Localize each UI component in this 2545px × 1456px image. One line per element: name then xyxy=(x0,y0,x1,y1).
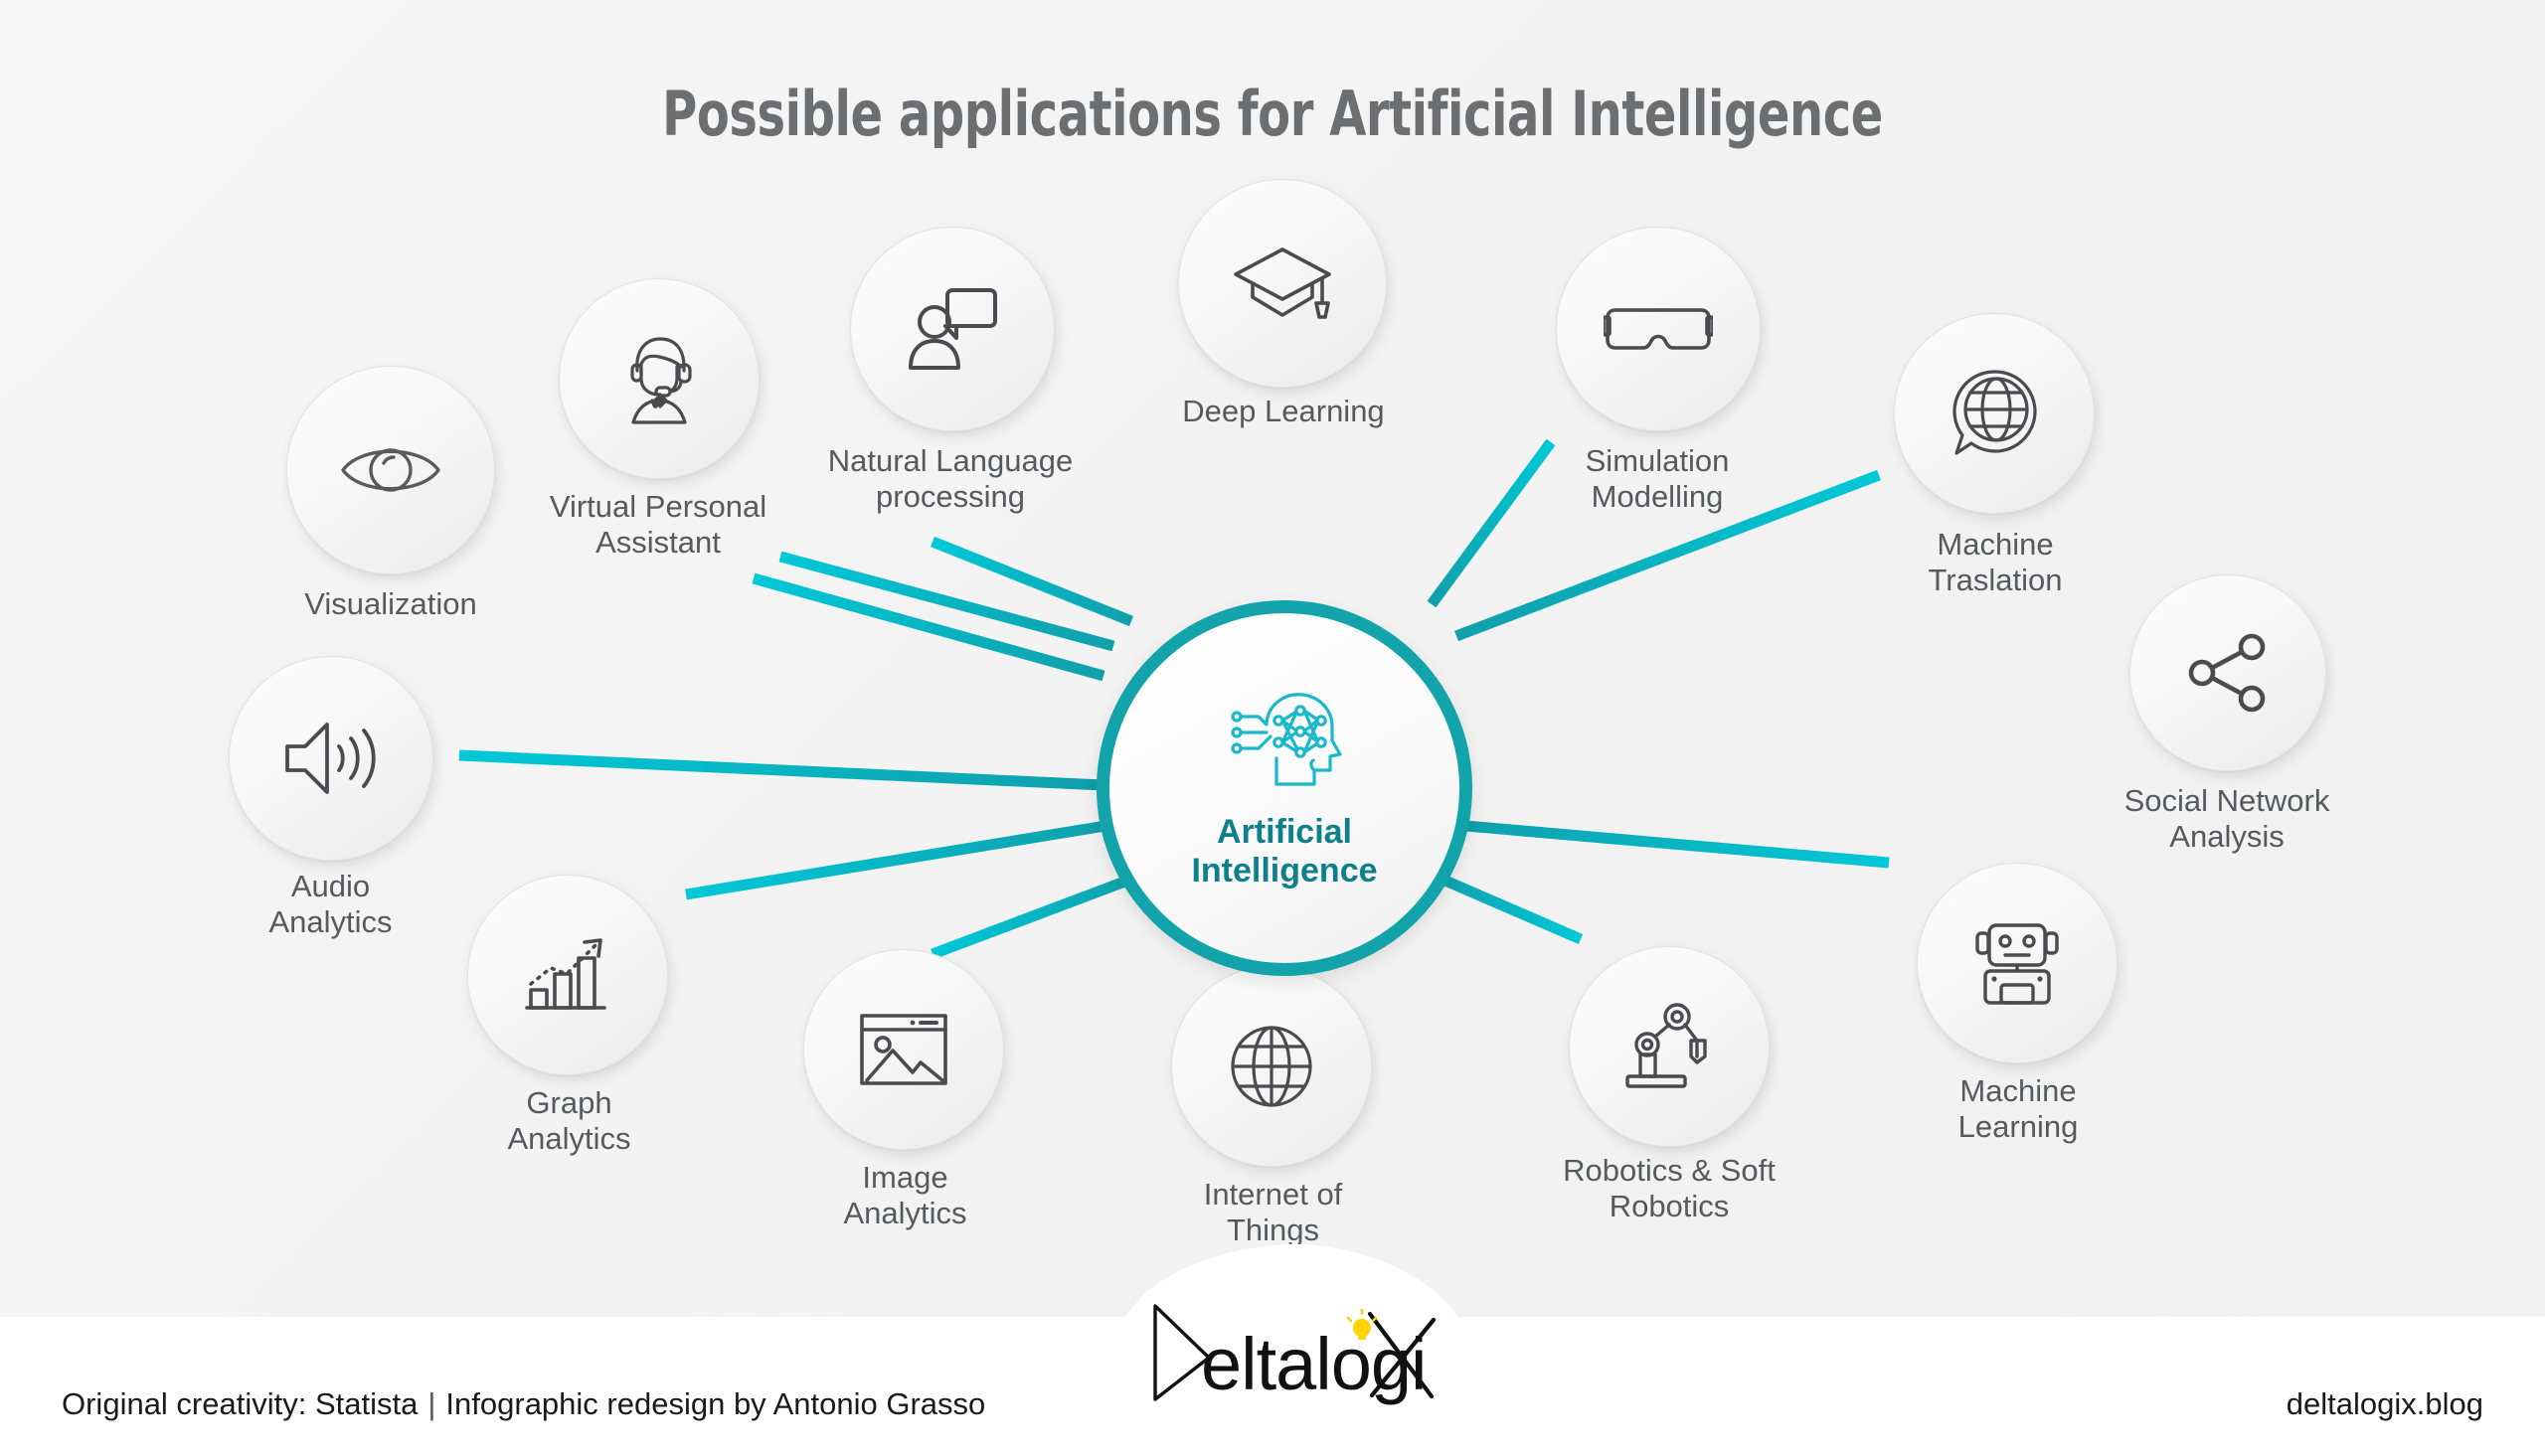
virtual-assistant-bubble[interactable] xyxy=(559,278,760,479)
node-robotics[interactable]: Robotics & Soft Robotics xyxy=(1563,946,1782,1244)
hub-artificial-intelligence[interactable]: Artificial Intelligence xyxy=(1097,600,1472,976)
vr-goggles-icon xyxy=(1604,298,1713,360)
image-analytics-label: Image Analytics xyxy=(843,1160,967,1230)
globe-grid-icon xyxy=(1227,1022,1316,1111)
machine-learning-label: Machine Learning xyxy=(1957,1073,2079,1144)
footer-credit-separator: | xyxy=(427,1386,436,1421)
graph-analytics-label: Graph Analytics xyxy=(507,1085,631,1156)
nlp-label: Natural Language processing xyxy=(827,443,1074,514)
robot-head-icon xyxy=(1969,917,2065,1009)
ai-head-network-icon xyxy=(1215,681,1354,805)
node-audio-analytics[interactable]: Audio Analytics xyxy=(229,656,442,954)
footer-url[interactable]: deltalogix.blog xyxy=(2287,1386,2483,1422)
infographic-root: Possible applications for Artificial Int… xyxy=(0,0,2545,1456)
iot-label: Internet of Things xyxy=(1203,1177,1343,1247)
eye-icon xyxy=(339,435,442,505)
node-machine-translation[interactable]: Machine Traslation xyxy=(1894,313,2108,611)
nlp-bubble[interactable] xyxy=(850,227,1055,431)
deltalogix-logo-mark: eltalogi xyxy=(1153,1304,1437,1405)
person-speech-bubble-icon xyxy=(905,284,1000,374)
node-social-network[interactable]: Social Network Analysis xyxy=(2124,574,2343,873)
node-graph-analytics[interactable]: Graph Analytics xyxy=(467,875,681,1173)
footer-credit-left: Original creativity: Statista xyxy=(62,1386,419,1421)
robotics-bubble[interactable] xyxy=(1569,946,1770,1147)
visualization-label: Visualization xyxy=(304,586,477,621)
node-deep-learning[interactable]: Deep Learning xyxy=(1178,179,1392,457)
machine-translation-bubble[interactable] xyxy=(1894,313,2095,514)
social-network-bubble[interactable] xyxy=(2129,574,2326,771)
page-title: Possible applications for Artificial Int… xyxy=(662,78,1883,150)
node-internet-of-things[interactable]: Internet of Things xyxy=(1171,966,1385,1264)
hub-label: Artificial Intelligence xyxy=(1191,813,1378,890)
audio-analytics-bubble[interactable] xyxy=(229,656,433,861)
deep-learning-label: Deep Learning xyxy=(1182,394,1385,428)
node-virtual-assistant[interactable]: Virtual Personal Assistant xyxy=(550,278,772,576)
node-machine-learning[interactable]: Machine Learning xyxy=(1917,863,2130,1161)
svg-text:eltalogi: eltalogi xyxy=(1201,1323,1427,1405)
simulation-label: Simulation Modelling xyxy=(1585,443,1730,514)
machine-learning-bubble[interactable] xyxy=(1917,863,2118,1063)
iot-bubble[interactable] xyxy=(1171,966,1372,1167)
headset-agent-icon xyxy=(609,331,709,426)
deep-learning-bubble[interactable] xyxy=(1178,179,1387,388)
social-network-label: Social Network Analysis xyxy=(2123,783,2330,854)
node-visualization[interactable]: Visualization xyxy=(286,366,500,664)
speaker-waves-icon xyxy=(281,717,381,800)
robot-arm-icon xyxy=(1621,1001,1717,1092)
virtual-assistant-label: Virtual Personal Assistant xyxy=(549,489,767,560)
graduation-cap-icon xyxy=(1231,242,1334,325)
graph-analytics-bubble[interactable] xyxy=(467,875,668,1075)
footer-credit: Original creativity: Statista | Infographi… xyxy=(62,1386,985,1422)
globe-speech-bubble-icon xyxy=(1947,366,2042,461)
robotics-label: Robotics & Soft Robotics xyxy=(1563,1153,1776,1223)
node-nlp[interactable]: Natural Language processing xyxy=(828,227,1073,525)
share-nodes-icon xyxy=(2185,633,2271,713)
bar-chart-arrow-icon xyxy=(523,934,612,1016)
node-simulation-modelling[interactable]: Simulation Modelling xyxy=(1556,227,1770,525)
simulation-bubble[interactable] xyxy=(1556,227,1761,431)
deltalogix-logo[interactable]: eltalogi xyxy=(1133,1292,1461,1411)
machine-translation-label: Machine Traslation xyxy=(1928,527,2063,597)
footer-credit-right: Infographic redesign by Antonio Grasso xyxy=(445,1386,986,1421)
node-image-analytics[interactable]: Image Analytics xyxy=(803,949,1017,1247)
audio-analytics-label: Audio Analytics xyxy=(268,869,393,939)
picture-icon xyxy=(857,1011,950,1088)
image-analytics-bubble[interactable] xyxy=(803,949,1004,1150)
visualization-bubble[interactable] xyxy=(286,366,495,574)
